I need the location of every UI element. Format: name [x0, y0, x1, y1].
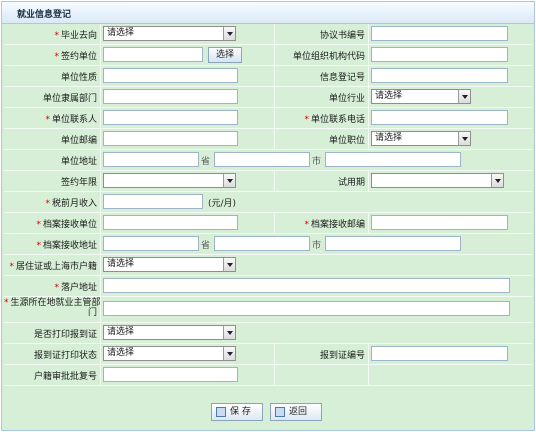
form-row: * 单位联系人 * 单位联系电话: [4, 108, 532, 129]
form-footer: 保 存 返回: [2, 400, 534, 430]
unit-industry-select[interactable]: 请选择: [371, 89, 471, 104]
save-button-label: 保 存: [230, 407, 251, 417]
info-reg-number-input[interactable]: [371, 68, 508, 83]
print-report-card-select[interactable]: 请选择: [103, 325, 236, 340]
report-card-number-label: 报到证编号: [319, 351, 365, 361]
form-row: 单位隶属部门 单位行业 请选择: [4, 87, 532, 108]
page-title: 就业信息登记: [17, 10, 72, 20]
unit-industry-label: 单位行业: [328, 94, 365, 104]
form-row: * 落户地址: [4, 276, 532, 297]
employment-authority-label: * 生源所在地就业主管部门: [4, 298, 101, 318]
form-row: * 居住证或上海市户籍 请选择: [4, 255, 532, 276]
choose-unit-button[interactable]: 选择: [208, 47, 242, 63]
monthly-income-input[interactable]: [103, 194, 203, 209]
chevron-down-icon: [223, 326, 235, 339]
unit-position-label: 单位职位: [328, 136, 365, 146]
chevron-down-icon: [223, 347, 235, 360]
signing-unit-input[interactable]: [103, 47, 203, 62]
income-unit: (元/月): [208, 199, 237, 209]
probation-select[interactable]: [371, 173, 504, 188]
archive-postcode-label: * 档案接收邮编: [304, 220, 365, 230]
signing-unit-label: * 签约单位: [54, 52, 97, 62]
form-row: 户籍审批批复号: [4, 365, 532, 386]
print-status-select[interactable]: 请选择: [103, 346, 236, 361]
chevron-down-icon: [491, 174, 503, 187]
household-approval-label: 户籍审批批复号: [33, 372, 97, 382]
city-suffix: 市: [312, 241, 322, 251]
unit-address-label: 单位地址: [60, 157, 97, 167]
contract-years-label: 签约年限: [60, 178, 97, 188]
unit-contact-label: * 单位联系人: [45, 115, 97, 125]
form-row: 签约年限 试用期: [4, 171, 532, 192]
archive-unit-input[interactable]: [103, 215, 238, 230]
probation-label: 试用期: [337, 178, 365, 188]
unit-department-input[interactable]: [103, 89, 238, 104]
province-suffix: 省: [201, 157, 211, 167]
panel-header: 就业信息登记: [2, 2, 534, 24]
org-code-input[interactable]: [371, 47, 508, 62]
graduation-destination-select[interactable]: 请选择: [103, 26, 236, 41]
archive-postcode-input[interactable]: [371, 215, 508, 230]
unit-phone-input[interactable]: [371, 110, 508, 125]
archive-address-detail-input[interactable]: [325, 236, 461, 251]
unit-postcode-label: 单位邮编: [60, 136, 97, 146]
city-suffix: 市: [312, 157, 322, 167]
chevron-down-icon: [458, 90, 470, 103]
unit-address-province-input[interactable]: [103, 152, 199, 167]
chevron-down-icon: [223, 258, 235, 271]
form-row: 单位性质 信息登记号: [4, 66, 532, 87]
chevron-down-icon: [223, 174, 235, 187]
back-icon: [275, 407, 285, 417]
settle-address-input[interactable]: [103, 278, 510, 293]
form-row: 是否打印报到证 请选择: [4, 323, 532, 344]
unit-nature-input[interactable]: [103, 68, 238, 83]
form-row: * 档案接收地址 省 市: [4, 234, 532, 255]
unit-postcode-input[interactable]: [103, 131, 238, 146]
unit-address-detail-input[interactable]: [325, 152, 461, 167]
monthly-income-label: * 税前月收入: [45, 199, 97, 209]
unit-contact-input[interactable]: [103, 110, 238, 125]
chevron-down-icon: [223, 27, 235, 40]
household-approval-input[interactable]: [103, 367, 238, 382]
unit-position-select[interactable]: 请选择: [371, 131, 471, 146]
contract-years-select[interactable]: [103, 173, 236, 188]
archive-unit-label: * 档案接收单位: [36, 220, 97, 230]
agreement-number-input[interactable]: [371, 26, 508, 41]
archive-address-province-input[interactable]: [103, 236, 199, 251]
registration-panel: 就业信息登记 * 毕业去向 请选择 协议书编号 * 签约单位 选择 单位组织机构代码…: [1, 1, 535, 431]
chevron-down-icon: [458, 132, 470, 145]
report-card-number-input[interactable]: [371, 346, 508, 361]
form-row: * 生源所在地就业主管部门: [4, 297, 532, 323]
save-button[interactable]: 保 存: [211, 403, 263, 421]
form-row: * 毕业去向 请选择 协议书编号: [4, 24, 532, 45]
form-row: * 档案接收单位 * 档案接收邮编: [4, 213, 532, 234]
archive-address-label: * 档案接收地址: [36, 241, 97, 251]
back-button-label: 返回: [289, 407, 308, 417]
info-reg-number-label: 信息登记号: [319, 73, 365, 83]
settle-address-label: * 落户地址: [54, 283, 97, 293]
unit-department-label: 单位隶属部门: [42, 94, 97, 104]
employment-authority-input[interactable]: [103, 301, 510, 316]
form-row: * 税前月收入 (元/月): [4, 192, 532, 213]
residence-permit-select[interactable]: 请选择: [103, 257, 236, 272]
form-row: 单位地址 省 市: [4, 150, 532, 171]
print-status-label: 报到证打印状态: [33, 351, 97, 361]
province-suffix: 省: [201, 241, 211, 251]
unit-address-city-input[interactable]: [214, 152, 310, 167]
agreement-number-label: 协议书编号: [319, 31, 365, 41]
graduation-destination-label: * 毕业去向: [54, 31, 97, 41]
unit-nature-label: 单位性质: [60, 73, 97, 83]
back-button[interactable]: 返回: [270, 403, 322, 421]
org-code-label: 单位组织机构代码: [292, 52, 365, 62]
unit-phone-label: * 单位联系电话: [304, 115, 365, 125]
save-icon: [216, 407, 226, 417]
residence-permit-label: * 居住证或上海市户籍: [9, 262, 97, 272]
print-report-card-label: 是否打印报到证: [33, 330, 97, 340]
archive-address-city-input[interactable]: [214, 236, 310, 251]
form-row: 报到证打印状态 请选择 报到证编号: [4, 344, 532, 365]
form-row: * 签约单位 选择 单位组织机构代码: [4, 45, 532, 66]
form-row: 单位邮编 单位职位 请选择: [4, 129, 532, 150]
